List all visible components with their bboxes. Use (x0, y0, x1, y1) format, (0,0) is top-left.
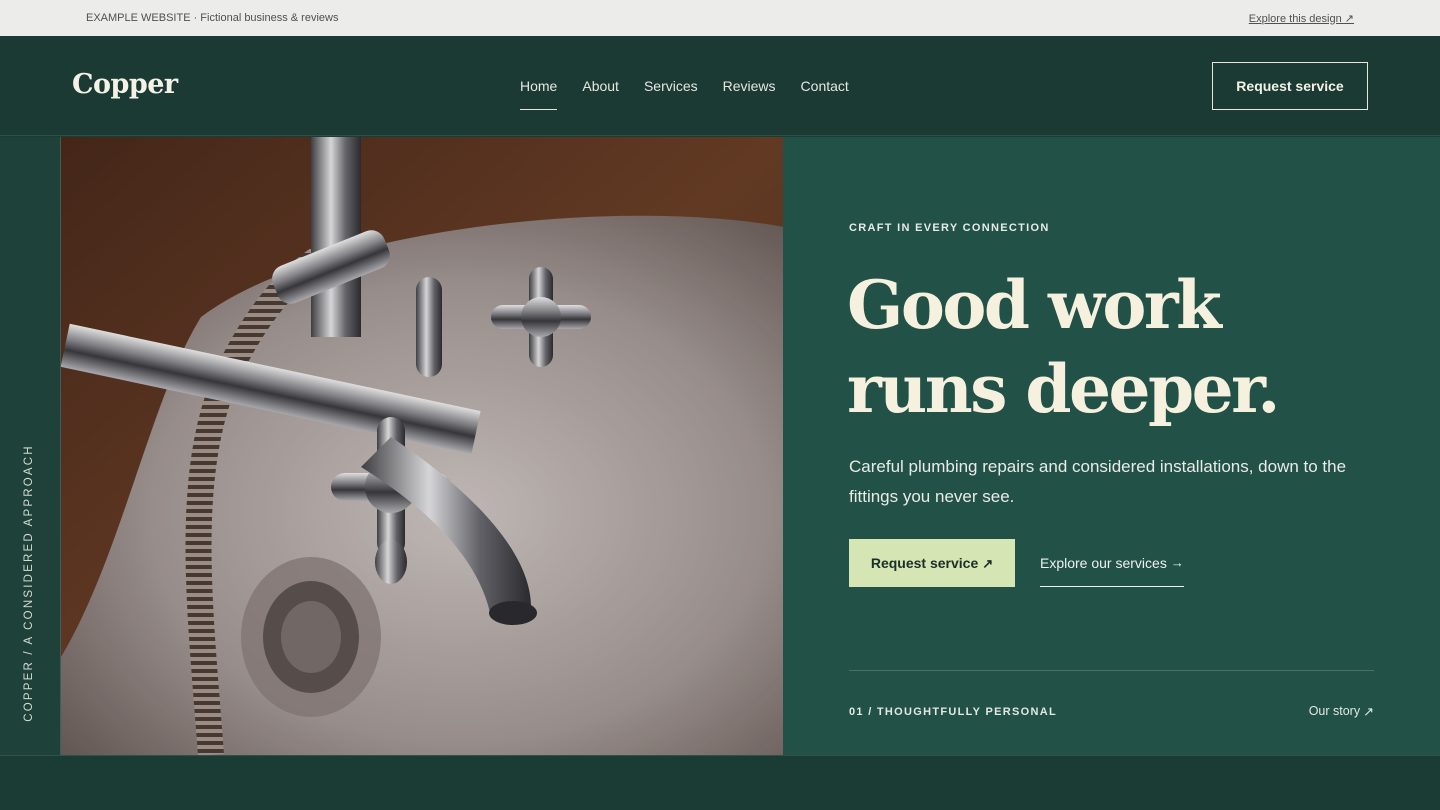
hero-photo (60, 137, 783, 755)
nav-item-about[interactable]: About (582, 72, 619, 100)
hero-subcopy: Careful plumbing repairs and considered … (849, 457, 1347, 506)
hero-divider (849, 670, 1374, 671)
hero-request-service-button[interactable]: Request service ↗ (849, 539, 1015, 587)
faucet-photo-icon (61, 137, 783, 755)
explore-design-link[interactable]: Explore this design ↗ (1249, 12, 1354, 25)
arrow-up-right-icon: ↗ (982, 555, 994, 571)
nav-item-contact[interactable]: Contact (801, 72, 849, 100)
header-request-service-button[interactable]: Request service (1212, 62, 1368, 110)
next-section (0, 755, 1440, 810)
nav-item-reviews[interactable]: Reviews (723, 72, 776, 100)
secondary-cta-label: Explore our services (1040, 554, 1167, 571)
demo-bar: EXAMPLE WEBSITE · Fictional business & r… (0, 0, 1440, 36)
hero-content: CRAFT IN EVERY CONNECTION Good work runs… (783, 137, 1440, 755)
main-nav: Home About Services Reviews Contact (520, 36, 849, 136)
headline-line-1: Good work (847, 266, 1222, 344)
demo-bar-text: EXAMPLE WEBSITE · Fictional business & r… (86, 12, 339, 24)
side-rail-text: COPPER / A CONSIDERED APPROACH (23, 444, 35, 722)
arrow-up-right-icon: ↗ (1363, 703, 1374, 719)
nav-item-services[interactable]: Services (644, 72, 698, 100)
hero-footer-label: 01 / THOUGHTFULLY PERSONAL (849, 706, 1057, 718)
nav-item-home[interactable]: Home (520, 72, 558, 110)
story-link-label: Our story (1308, 704, 1361, 718)
side-rail: COPPER / A CONSIDERED APPROACH (0, 137, 60, 755)
headline-line-2: runs deeper. (847, 350, 1280, 428)
logo[interactable]: Copper (72, 69, 178, 100)
our-story-link[interactable]: Our story ↗ (1309, 704, 1374, 718)
hero-headline: Good work runs deeper. (847, 263, 1387, 431)
explore-services-link[interactable]: Explore our services → (1040, 539, 1184, 587)
hero-eyebrow: CRAFT IN EVERY CONNECTION (849, 222, 1050, 234)
primary-cta-label: Request service (870, 555, 979, 571)
arrow-right-icon: → (1170, 555, 1184, 570)
site-header: Copper Home About Services Reviews Conta… (0, 36, 1440, 136)
